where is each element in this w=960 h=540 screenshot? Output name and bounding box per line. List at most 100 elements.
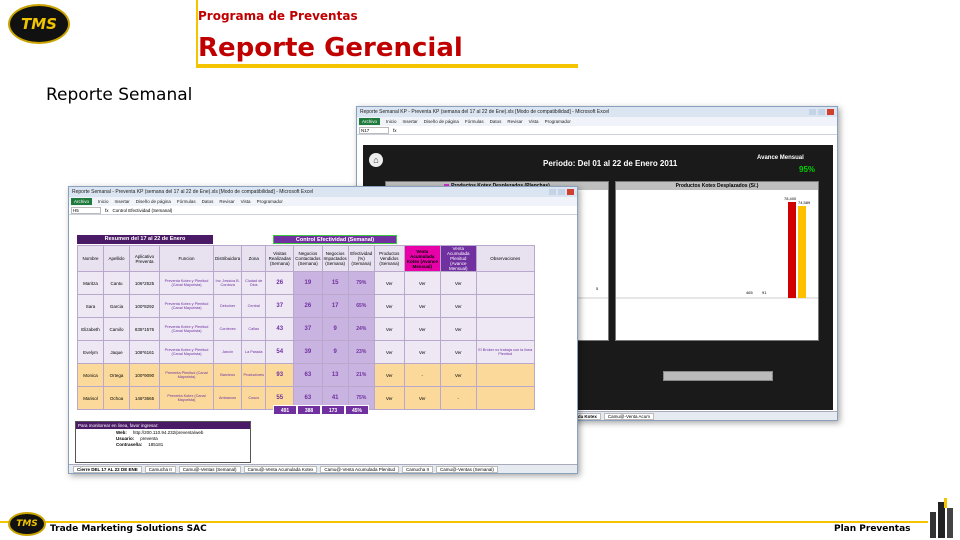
tab-vista[interactable]: Vista: [529, 119, 539, 124]
col-header: Apellido: [103, 245, 130, 272]
close-icon[interactable]: [567, 189, 574, 195]
cell-ver-plenitud[interactable]: -: [439, 386, 477, 410]
tab-archivo[interactable]: Archivo: [71, 198, 93, 205]
maximize-icon[interactable]: [558, 189, 565, 195]
col-header-plenitud: Venta Acumulada Plenitud (Avance Mensual…: [439, 245, 477, 272]
tab-inicio[interactable]: Inicio: [98, 199, 109, 204]
pass-label: Contraseña:: [116, 442, 143, 447]
cell-ver-productos[interactable]: Ver: [373, 340, 405, 364]
tab-insertar[interactable]: Insertar: [115, 199, 130, 204]
cell-apellido: Camilo: [103, 317, 130, 341]
sheet-tab[interactable]: Camu@-Venta Acumulada Kotex: [243, 465, 318, 473]
tab-vista[interactable]: Vista: [241, 199, 251, 204]
cell-zona: Cusco: [241, 386, 267, 410]
cell-visitas: 37: [265, 294, 295, 318]
window-titlebar[interactable]: Reporte Semanal - Preventa KP (semana de…: [69, 187, 577, 197]
sheet-tab[interactable]: Camu@-Ventas (Semanal): [436, 465, 498, 473]
tab-datos[interactable]: Datos: [490, 119, 502, 124]
band-control: Control Efectividad (Semanal): [273, 235, 397, 244]
cell-ver-productos[interactable]: Ver: [373, 271, 405, 295]
home-icon[interactable]: ⌂: [369, 153, 383, 167]
sheet-tab[interactable]: Camucha II: [144, 465, 176, 473]
cell-impactados: 15: [321, 271, 349, 295]
tab-formulas[interactable]: Fórmulas: [465, 119, 484, 124]
cell-nombre: Marisol: [77, 386, 104, 410]
cell-ver-kotex[interactable]: Ver: [403, 271, 441, 295]
cell-ver-kotex[interactable]: Ver: [403, 317, 441, 341]
cell-ver-plenitud[interactable]: Ver: [439, 363, 477, 387]
cell-ver-productos[interactable]: Ver: [373, 386, 405, 410]
footer-company: Trade Marketing Solutions SAC: [50, 524, 207, 534]
name-box[interactable]: H5: [71, 206, 101, 214]
cell-ver-kotex[interactable]: Ver: [403, 294, 441, 318]
cell-ver-productos[interactable]: Ver: [373, 363, 405, 387]
table-row: Monica Ortega 100*9090 Preventa Plenitud (C…: [77, 363, 535, 387]
col-header: Zona: [241, 245, 267, 272]
tab-programador[interactable]: Programador: [545, 119, 571, 124]
cell-ver-productos[interactable]: Ver: [373, 317, 405, 341]
horizontal-scrollbar[interactable]: [663, 371, 773, 381]
sheet-tab[interactable]: Camu@-Venta Acumulada Plenitud: [320, 465, 400, 473]
minimize-icon[interactable]: [809, 109, 816, 115]
cell-ver-kotex[interactable]: -: [403, 363, 441, 387]
tab-diseno[interactable]: Diseño de página: [136, 199, 171, 204]
formula-input[interactable]: Control Efectividad (Semanal): [113, 208, 173, 213]
cell-funcion: Preventa Kotex y Plenitud (Canal Mayoris…: [159, 340, 214, 364]
chart-soles-svg: 78,400 74,589 465 91: [616, 196, 818, 299]
cell-ver-kotex[interactable]: Ver: [403, 340, 441, 364]
sheet-tab[interactable]: Camu@-Ventas (Semanal): [178, 465, 241, 473]
tab-diseno[interactable]: Diseño de página: [424, 119, 459, 124]
minimize-icon[interactable]: [549, 189, 556, 195]
web-link[interactable]: http://200.110.94.232/preventa/web: [133, 430, 203, 435]
cell-app: 146*3665: [129, 386, 160, 410]
window-title: Reporte Semanal - Preventa KP (semana de…: [72, 189, 314, 195]
name-box[interactable]: N17: [359, 126, 389, 134]
excel-window-semanal[interactable]: Reporte Semanal - Preventa KP (semana de…: [68, 186, 578, 474]
sheet-tab-active[interactable]: Cierre DEL 17 AL 22 DE ENE: [73, 465, 142, 473]
web-label: Web:: [116, 430, 127, 435]
cell-distribuidora: Jancin: [212, 340, 243, 364]
bar-aranto: [798, 206, 806, 298]
tab-inicio[interactable]: Inicio: [386, 119, 397, 124]
cell-impactados: 9: [321, 340, 349, 364]
table-row: Elizabeth Camilo 835*1576 Preventa Kotex y …: [77, 317, 535, 341]
chart-soles-label-4: 91: [762, 290, 767, 295]
cell-ver-plenitud[interactable]: Ver: [439, 294, 477, 318]
formula-bar: H5 fx Control Efectividad (Semanal): [69, 206, 577, 215]
cell-ver-plenitud[interactable]: Ver: [439, 317, 477, 341]
pass-value: 185181: [148, 442, 164, 447]
sheet-tabs: Cierre DEL 17 AL 22 DE ENE Camucha II Ca…: [69, 464, 577, 473]
cell-impactados: 13: [321, 363, 349, 387]
total-contactados: 388: [297, 405, 321, 415]
ribbon-tabs: Archivo Inicio Insertar Diseño de página…: [69, 197, 577, 206]
tab-formulas[interactable]: Fórmulas: [177, 199, 196, 204]
col-header: Visitas Realizadas (Semana): [265, 245, 295, 272]
tab-revisar[interactable]: Revisar: [219, 199, 234, 204]
cell-ver-productos[interactable]: Ver: [373, 294, 405, 318]
cell-ver-plenitud[interactable]: Ver: [439, 271, 477, 295]
cell-funcion: Preventa Kotex (Canal Mayorista): [159, 386, 214, 410]
cell-ver-kotex[interactable]: Ver: [403, 386, 441, 410]
sheet-tab[interactable]: Camucha II: [402, 465, 434, 473]
tab-datos[interactable]: Datos: [202, 199, 214, 204]
sheet-tab[interactable]: Camu@-Venta Acum: [603, 412, 654, 420]
tab-archivo[interactable]: Archivo: [359, 118, 381, 125]
cell-impactados: 9: [321, 317, 349, 341]
cell-efectividad: 65%: [347, 294, 375, 318]
col-header: Efectividad (%) (Semana): [347, 245, 375, 272]
tab-programador[interactable]: Programador: [257, 199, 283, 204]
cell-distribuidora: Inv. Jessica B. Cordova: [212, 271, 243, 295]
cell-ver-plenitud[interactable]: Ver: [439, 340, 477, 364]
cell-contactados: 26: [293, 294, 323, 318]
cell-observaciones: [475, 271, 535, 295]
table-row: Sara Garcia 100*8292 Preventa Kotex y Pleni…: [77, 294, 535, 318]
cell-contactados: 37: [293, 317, 323, 341]
tab-revisar[interactable]: Revisar: [507, 119, 522, 124]
cell-apellido: Ochoa: [103, 386, 130, 410]
cell-app: 106*2525: [129, 271, 160, 295]
window-titlebar[interactable]: Reporte Semanal KP - Preventa KP (semana…: [357, 107, 837, 117]
window-title: Reporte Semanal KP - Preventa KP (semana…: [360, 109, 610, 115]
close-icon[interactable]: [827, 109, 834, 115]
tab-insertar[interactable]: Insertar: [403, 119, 418, 124]
maximize-icon[interactable]: [818, 109, 825, 115]
